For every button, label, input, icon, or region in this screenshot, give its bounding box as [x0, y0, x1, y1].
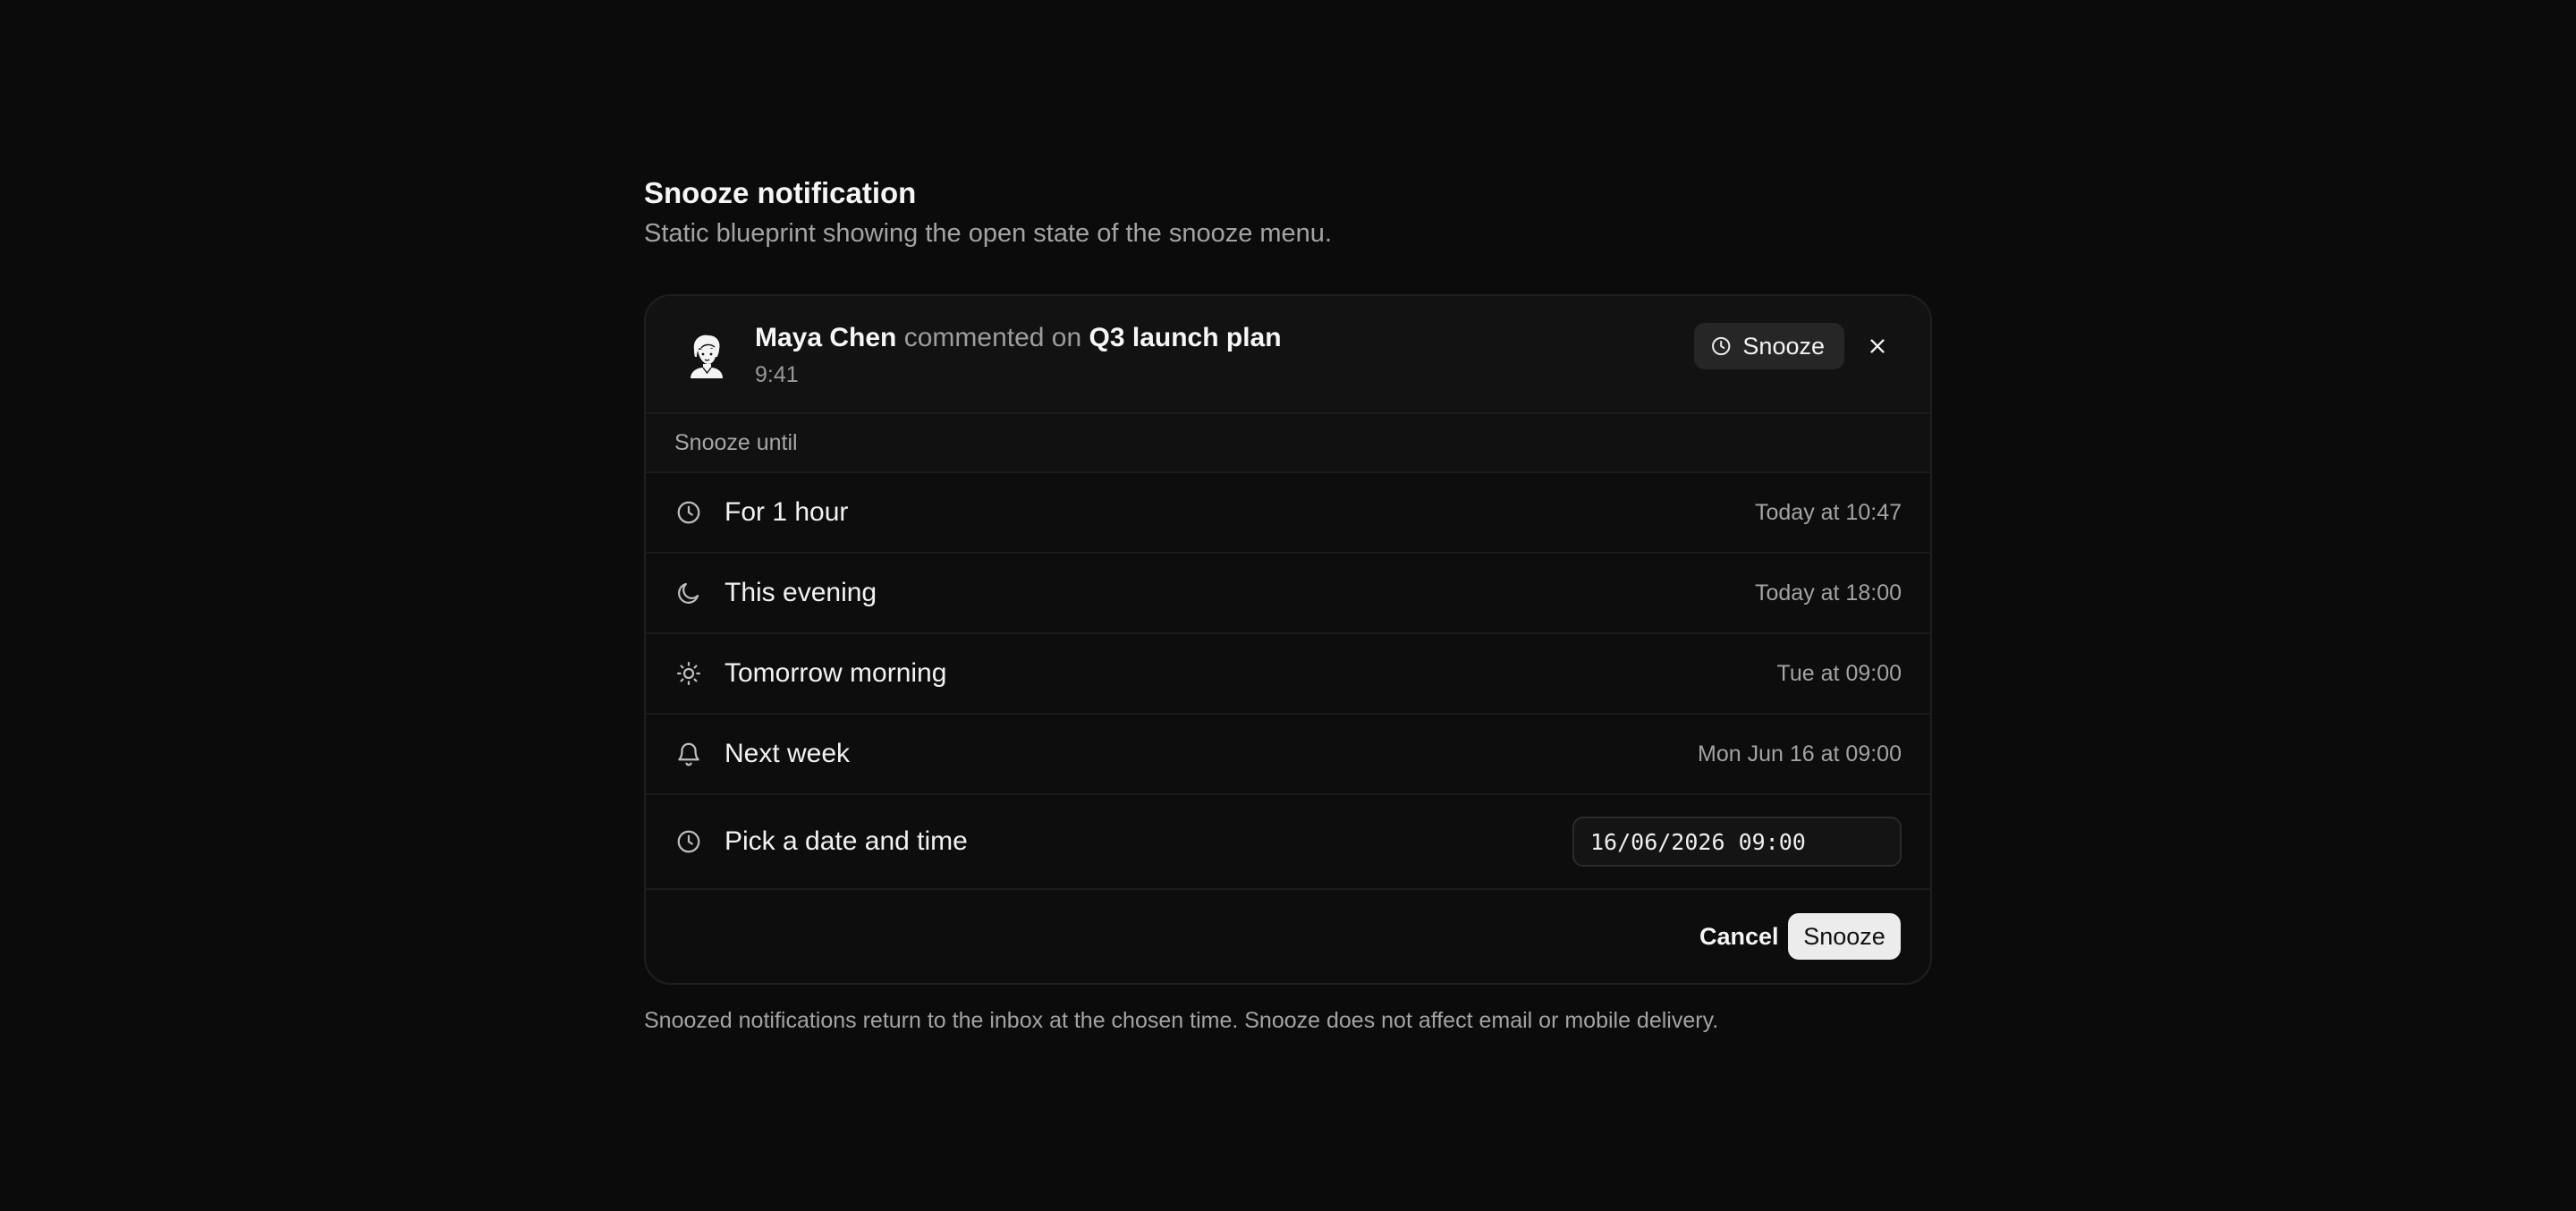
- snooze-option-1-hour[interactable]: For 1 hour Today at 10:47: [646, 473, 1930, 554]
- moon-icon: [678, 582, 699, 604]
- option-label: For 1 hour: [724, 497, 849, 527]
- notification-row: Maya Chen commented on Q3 launch plan 9:…: [646, 296, 1930, 414]
- option-time: Tue at 09:00: [1776, 660, 1902, 686]
- notification-target: Q3 launch plan: [1089, 323, 1282, 352]
- cancel-button[interactable]: Cancel: [1690, 913, 1788, 960]
- snooze-menu-label: Snooze: [1742, 332, 1825, 360]
- close-icon: [1870, 339, 1885, 353]
- snooze-option-next-week[interactable]: Next week Mon Jun 16 at 09:00: [646, 715, 1930, 795]
- page-title: Snooze notification: [644, 176, 917, 209]
- snooze-until-label: Snooze until: [646, 414, 1930, 473]
- card-footer: Cancel Snooze: [646, 890, 1930, 983]
- notification-message: Maya Chen commented on Q3 launch plan: [755, 321, 1282, 355]
- sun-icon: [677, 662, 700, 685]
- snooze-card: Maya Chen commented on Q3 launch plan 9:…: [644, 294, 1932, 985]
- option-label: This evening: [724, 578, 877, 607]
- option-label: Tomorrow morning: [724, 658, 947, 688]
- close-button[interactable]: [1865, 334, 1890, 359]
- option-time: Today at 18:00: [1754, 580, 1902, 606]
- confirm-snooze-button[interactable]: Snooze: [1788, 913, 1901, 960]
- clock-icon: [677, 830, 700, 853]
- clock-icon: [677, 501, 700, 524]
- option-label: Pick a date and time: [724, 826, 968, 856]
- footnote: Snoozed notifications return to the inbo…: [644, 1008, 1719, 1033]
- snooze-option-this-evening[interactable]: This evening Today at 18:00: [646, 554, 1930, 634]
- avatar: [682, 330, 730, 378]
- snooze-menu-button[interactable]: Snooze: [1694, 323, 1844, 369]
- bell-icon: [678, 742, 699, 766]
- snooze-option-custom[interactable]: Pick a date and time: [646, 795, 1930, 890]
- snooze-page: Snooze notification Static blueprint sho…: [644, 175, 1932, 1035]
- datetime-input[interactable]: [1572, 817, 1902, 867]
- person-avatar-icon: [691, 335, 723, 378]
- clock-icon: [1712, 336, 1731, 356]
- snooze-option-tomorrow-morning[interactable]: Tomorrow morning Tue at 09:00: [646, 634, 1930, 715]
- notification-actor: Maya Chen: [755, 323, 897, 352]
- option-label: Next week: [724, 739, 851, 768]
- notification-action: commented on: [903, 323, 1082, 352]
- option-time: Mon Jun 16 at 09:00: [1698, 741, 1902, 766]
- notification-time: 9:41: [755, 362, 799, 387]
- page-subtitle: Static blueprint showing the open state …: [644, 219, 1332, 248]
- option-time: Today at 10:47: [1754, 499, 1902, 525]
